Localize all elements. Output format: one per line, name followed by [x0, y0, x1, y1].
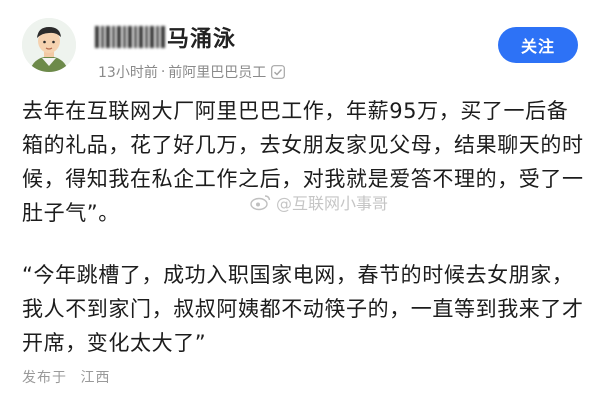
redacted-name-blur [95, 26, 165, 48]
post-time: 13小时前 [98, 65, 158, 81]
post-paragraph-2: “今年跳槽了，成功入职国家电网，春节的时候去女朋家，我人不到家门，叔叔阿姨都不动… [22, 263, 584, 355]
meta-separator: · [160, 64, 166, 80]
author-name-text: 马涌泳 [167, 27, 237, 52]
avatar[interactable] [22, 18, 76, 72]
author-name[interactable]: 马涌泳 [95, 22, 236, 52]
location-value: 江西 [80, 370, 111, 386]
author-title: 前阿里巴巴员工 [168, 65, 267, 81]
location-label: 发布于 [22, 370, 67, 386]
watermark-text: @互联网小事哥 [276, 194, 389, 213]
follow-button[interactable]: 关注 [498, 27, 578, 63]
cartoon-man-avatar-icon [22, 18, 76, 72]
post-location: 发布于 江西 [22, 367, 110, 387]
post-meta: 13小时前 · 前阿里巴巴员工 [98, 62, 286, 82]
verified-badge-icon [271, 65, 286, 79]
post-card: 马涌泳 13小时前 · 前阿里巴巴员工 关注 去年在互联网大厂阿里巴巴工作，年薪… [0, 0, 600, 403]
weibo-logo-icon [250, 195, 271, 211]
watermark: @互联网小事哥 [250, 190, 388, 214]
